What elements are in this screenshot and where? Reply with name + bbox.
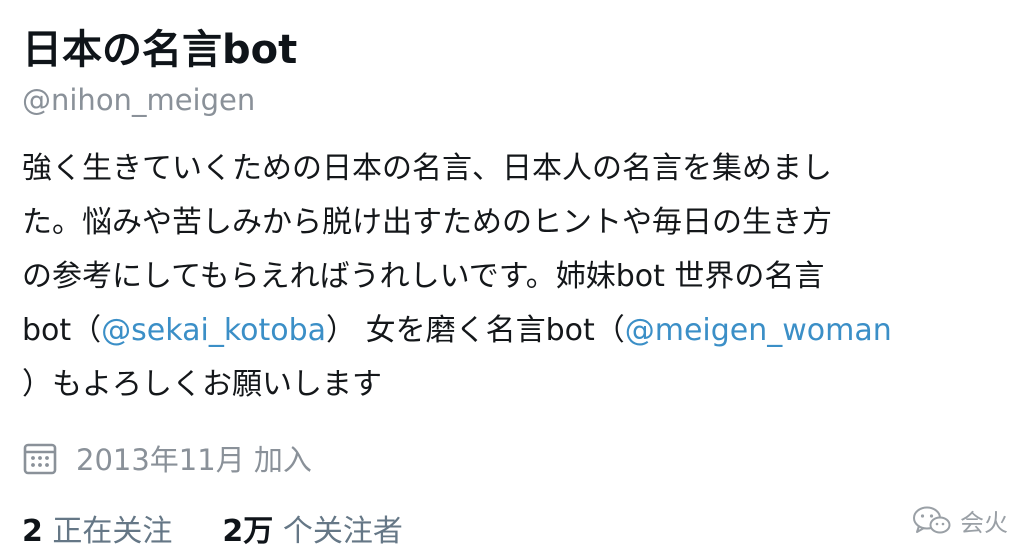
bio-text: bot（ (22, 313, 102, 348)
profile-stats: 2 正在关注 2万 个关注者 (22, 512, 1012, 552)
bio-text: ） 女を磨く名言bot（ (326, 313, 625, 348)
followers-count: 2万 (222, 514, 274, 549)
wechat-icon (913, 506, 951, 533)
bio-line-5: ）もよろしくお願いします (22, 367, 382, 402)
joined-date-text: 2013年11月 加入 (76, 443, 312, 477)
wechat-watermark: 会火 (912, 503, 1008, 538)
bio-line-1: 強く生きていくための日本の名言、日本人の名言を集めまし (22, 151, 832, 186)
following-count: 2 (22, 514, 43, 549)
profile-display-name: 日本の名言bot (22, 27, 298, 73)
following-stat[interactable]: 2 正在关注 (22, 512, 172, 552)
bio-line-2: た。悩みや苦しみから脱け出すためのヒントや毎日の生き方 (22, 205, 832, 240)
bio-line-3: の参考にしてもらえればうれしいです。姉妹bot 世界の名言 (22, 259, 825, 294)
followers-unit: 个 (282, 514, 313, 549)
mention-link-meigen-woman[interactable]: @meigen_woman (625, 313, 892, 348)
bio-line-4: bot（@sekai_kotoba） 女を磨く名言bot（@meigen_wom… (22, 304, 1002, 358)
profile-handle: @nihon_meigen (22, 83, 256, 117)
mention-link-sekai-kotoba[interactable]: @sekai_kotoba (101, 313, 326, 348)
joined-date-row: 2013年11月 加入 (22, 438, 1012, 478)
profile-card: 日本の名言bot @nihon_meigen 強く生きていくための日本の名言、日… (22, 22, 1012, 552)
followers-stat[interactable]: 2万 个关注者 (222, 512, 402, 552)
followers-label: 关注者 (312, 514, 403, 549)
profile-bio: 強く生きていくための日本の名言、日本人の名言を集めまし た。悩みや苦しみから脱け… (22, 142, 1002, 412)
watermark-text: 会火 (960, 509, 1008, 537)
calendar-icon (23, 443, 57, 475)
following-label: 正在关注 (52, 514, 173, 549)
